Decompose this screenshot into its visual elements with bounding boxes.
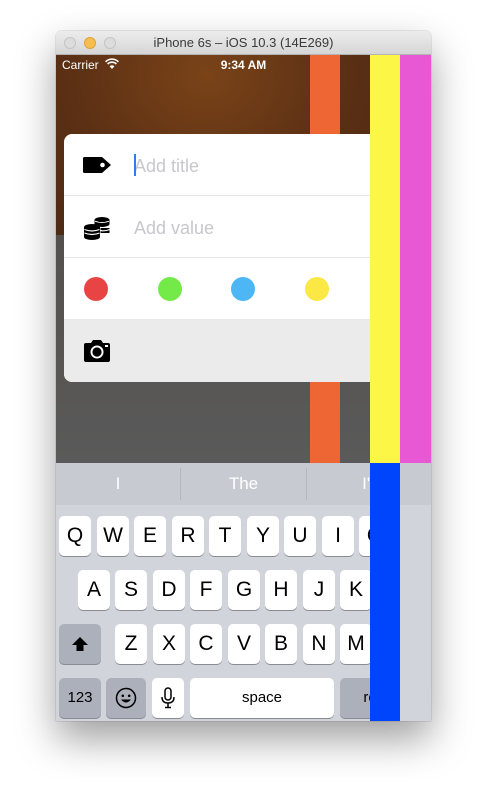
key-g[interactable]: G [228, 570, 260, 610]
color-stripe-yellow [370, 55, 400, 463]
key-v[interactable]: V [228, 624, 260, 664]
coins-icon [84, 217, 111, 240]
color-option-green[interactable] [158, 277, 182, 301]
key-c[interactable]: C [190, 624, 222, 664]
numbers-key[interactable]: 123 [59, 678, 101, 718]
key-r[interactable]: R [172, 516, 204, 556]
key-a[interactable]: A [78, 570, 110, 610]
key-m[interactable]: M [340, 624, 372, 664]
key-x[interactable]: X [153, 624, 185, 664]
space-key[interactable]: space [190, 678, 334, 718]
tag-icon [83, 157, 111, 173]
value-row [64, 196, 370, 258]
key-u[interactable]: U [284, 516, 316, 556]
key-k[interactable]: K [340, 570, 372, 610]
camera-icon[interactable] [82, 337, 112, 365]
suggestion-3[interactable]: I'r [307, 463, 431, 505]
color-stripe-blue [370, 463, 400, 721]
color-option-red[interactable] [84, 277, 108, 301]
key-h[interactable]: H [265, 570, 297, 610]
key-e[interactable]: E [134, 516, 166, 556]
suggestion-2[interactable]: The [181, 463, 306, 505]
add-entry-card [64, 134, 370, 382]
shift-arrow-icon [72, 637, 88, 652]
key-j[interactable]: J [303, 570, 335, 610]
key-b[interactable]: B [265, 624, 297, 664]
key-s[interactable]: S [115, 570, 147, 610]
photo-row[interactable] [64, 320, 370, 382]
key-z[interactable]: Z [115, 624, 147, 664]
value-input[interactable] [134, 215, 354, 241]
suggestion-1[interactable]: I [56, 463, 180, 505]
key-q[interactable]: Q [59, 516, 91, 556]
key-d[interactable]: D [153, 570, 185, 610]
emoji-key[interactable] [106, 678, 146, 718]
color-option-blue[interactable] [231, 277, 255, 301]
key-y[interactable]: Y [247, 516, 279, 556]
dictation-key[interactable] [152, 678, 184, 718]
title-row [64, 134, 370, 196]
title-input[interactable] [134, 153, 354, 179]
key-t[interactable]: T [209, 516, 241, 556]
microphone-icon [161, 687, 175, 709]
text-cursor [134, 154, 136, 176]
key-f[interactable]: F [190, 570, 222, 610]
simulator-window: iPhone 6s – iOS 10.3 (14E269) Carrier 9:… [56, 31, 431, 721]
emoji-icon [115, 688, 137, 709]
color-picker-row [64, 258, 370, 320]
color-option-yellow[interactable] [305, 277, 329, 301]
device-screen: Carrier 9:34 AM Add title Add value I Th… [56, 55, 431, 721]
title-bar: iPhone 6s – iOS 10.3 (14E269) [56, 31, 431, 55]
shift-key[interactable] [59, 624, 101, 664]
key-w[interactable]: W [97, 516, 129, 556]
key-n[interactable]: N [303, 624, 335, 664]
key-i[interactable]: I [322, 516, 354, 556]
window-title: iPhone 6s – iOS 10.3 (14E269) [153, 35, 334, 50]
